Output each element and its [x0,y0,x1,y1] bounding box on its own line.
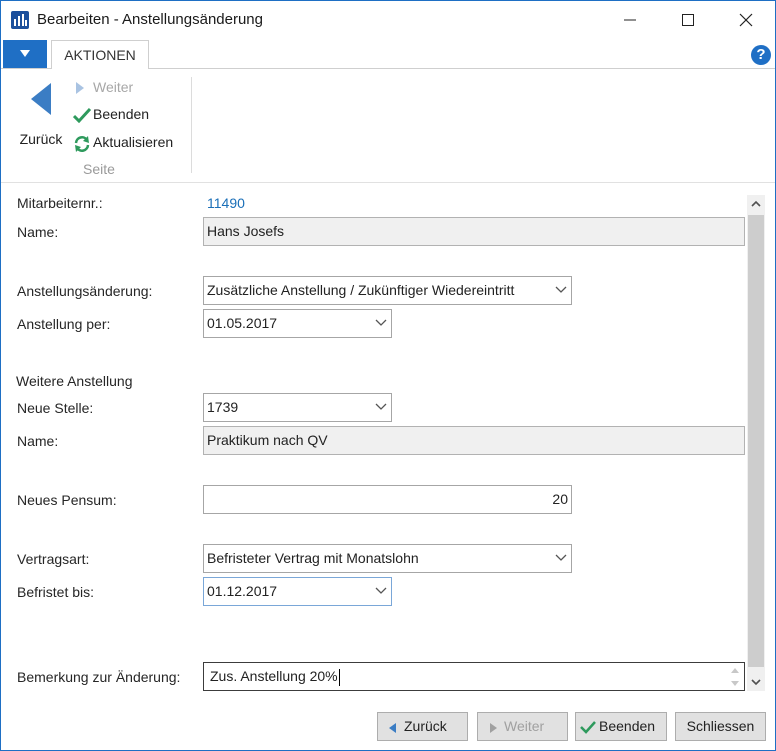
pensum-label: Neues Pensum: [17,492,117,508]
scroll-down-button[interactable] [747,673,765,691]
checkmark-icon [580,721,596,734]
help-icon[interactable]: ? [751,45,771,65]
chevron-down-icon [555,554,567,561]
window-title: Bearbeiten - Anstellungsänderung [37,11,263,28]
arrow-left-icon [31,83,51,115]
footer-next-label: Weiter [504,718,545,734]
employee-no-label: Mitarbeiternr.: [17,195,103,211]
start-date-select[interactable]: 01.05.2017 [203,309,392,338]
ribbon-group-divider [191,77,192,173]
limited-until-value: 01.12.2017 [207,583,278,599]
chevron-down-icon [375,587,387,594]
limited-until-select[interactable]: 01.12.2017 [203,577,392,606]
dialog-window: Bearbeiten - Anstellungsänderung AKTIONE… [0,0,776,751]
close-button[interactable] [717,1,775,39]
footer-back-label: Zurück [404,718,447,734]
remark-input[interactable]: Zus. Anstellung 20% [203,662,745,691]
chevron-down-icon [751,679,761,686]
change-type-label: Anstellungsänderung: [17,283,153,299]
chevron-down-icon [555,286,567,293]
refresh-icon [74,136,90,152]
arrow-right-icon [76,82,84,94]
footer-close-label: Schliessen [686,718,755,734]
limited-until-label: Befristet bis: [17,584,95,600]
checkmark-icon [73,107,91,123]
vertical-scrollbar[interactable] [747,195,765,691]
ribbon: Zurück Weiter Beenden Aktualisieren Seit… [1,69,775,183]
start-date-value: 01.05.2017 [207,315,278,331]
new-position-value: 1739 [207,399,239,415]
ribbon-back-label: Zurück [19,131,63,147]
ribbon-back-button[interactable]: Zurück [15,79,67,149]
contract-type-value: Befristeter Vertrag mit Monatslohn [207,550,419,566]
start-date-label: Anstellung per: [17,316,111,332]
ribbon-refresh-label: Aktualisieren [93,134,174,150]
name-label: Name: [17,224,59,240]
contract-type-select[interactable]: Befristeter Vertrag mit Monatslohn [203,544,572,573]
section-title: Weitere Anstellung [16,373,133,389]
chevron-down-icon [375,319,387,326]
form-content: Mitarbeiternr.: 11490 Name: Hans Josefs … [1,183,775,703]
chevron-down-icon [20,50,30,57]
maximize-icon [682,14,694,26]
scroll-up-button[interactable] [747,195,765,213]
title-bar: Bearbeiten - Anstellungsänderung [1,1,775,39]
remark-value: Zus. Anstellung 20% [210,668,338,684]
minimize-icon [624,19,636,21]
close-icon [739,13,753,27]
footer-close-button[interactable]: Schliessen [675,712,766,741]
new-position-label: Neue Stelle: [17,400,94,416]
footer-finish-label: Beenden [599,718,656,734]
chevron-down-icon [375,403,387,410]
change-type-select[interactable]: Zusätzliche Anstellung / Zukünftiger Wie… [203,276,572,305]
arrow-right-icon [490,723,497,733]
app-logo-icon [11,11,29,29]
footer-next-button[interactable]: Weiter [477,712,568,741]
change-type-value: Zusätzliche Anstellung / Zukünftiger Wie… [207,282,515,298]
remark-label: Bemerkung zur Änderung: [17,669,181,685]
scrollbar-thumb[interactable] [748,215,764,667]
ribbon-finish-label: Beenden [93,106,150,122]
pensum-input[interactable]: 20 [203,485,572,514]
maximize-button[interactable] [659,1,717,39]
spinner-arrows-icon[interactable] [729,665,741,689]
new-position-select[interactable]: 1739 [203,393,392,422]
chevron-up-icon [751,200,761,207]
arrow-left-icon [389,723,396,733]
footer-back-button[interactable]: Zurück [377,712,468,741]
ribbon-next-label: Weiter [93,79,134,95]
position-name-label: Name: [17,433,59,449]
position-name-field: Praktikum nach QV [203,426,745,455]
text-caret [338,668,340,686]
footer-finish-button[interactable]: Beenden [575,712,667,741]
ribbon-tabstrip: AKTIONEN ? [1,39,775,70]
name-field: Hans Josefs [203,217,745,246]
tab-aktionen[interactable]: AKTIONEN [51,40,149,70]
contract-type-label: Vertragsart: [17,551,90,567]
minimize-button[interactable] [601,1,659,39]
employee-no-link[interactable]: 11490 [207,195,245,211]
ribbon-group-label: Seite [83,161,115,177]
application-menu-button[interactable] [3,40,47,68]
